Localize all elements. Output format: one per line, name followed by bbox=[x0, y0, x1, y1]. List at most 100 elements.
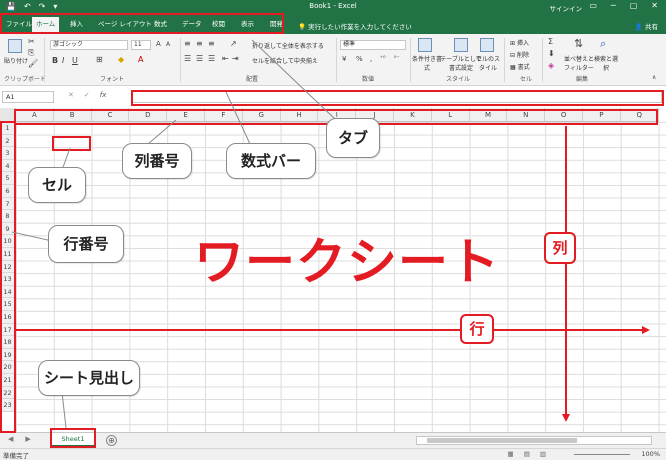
page-layout-view-icon[interactable]: ▤ bbox=[524, 450, 530, 458]
collapse-ribbon-icon[interactable]: ∧ bbox=[652, 74, 656, 81]
clipboard-group-label: クリップボード bbox=[4, 76, 47, 83]
callout-row-number: 行番号 bbox=[48, 225, 124, 263]
callout-cell: セル bbox=[28, 167, 86, 203]
shrink-font-icon[interactable]: A bbox=[166, 41, 170, 48]
share-button[interactable]: 👤 共有 bbox=[635, 21, 658, 31]
accounting-format-icon[interactable]: ¥ bbox=[342, 55, 346, 63]
number-group-label: 数値 bbox=[362, 76, 375, 83]
share-label: 共有 bbox=[645, 23, 658, 31]
enter-icon[interactable]: ✓ bbox=[84, 91, 90, 99]
callout-column-number: 列番号 bbox=[122, 143, 192, 179]
sheet-tab-bar: ◀ ▶ Sheet1 ⊕ bbox=[0, 432, 666, 448]
fill-color-icon[interactable]: ◆ bbox=[118, 55, 124, 64]
title-bar: 💾 ↶ ↷ ▾ Book1 - Excel サインイン ▭ ─ ▢ ✕ bbox=[0, 0, 666, 14]
styles-group-label: スタイル bbox=[446, 76, 471, 83]
insert-function-icon[interactable]: fx bbox=[100, 91, 107, 99]
conditional-format-icon[interactable] bbox=[418, 38, 432, 52]
autosum-icon[interactable]: Σ bbox=[548, 37, 553, 46]
increase-indent-icon[interactable]: ⇥ bbox=[232, 54, 239, 63]
alignment-group-label: 配置 bbox=[246, 76, 259, 83]
cells-group-label: セル bbox=[520, 76, 533, 83]
decrease-decimal-icon[interactable]: ⁰⁻ bbox=[394, 55, 400, 62]
cut-icon[interactable]: ✂ bbox=[28, 37, 35, 46]
decrease-indent-icon[interactable]: ⇤ bbox=[222, 54, 229, 63]
row-header-highlight-box bbox=[0, 121, 16, 433]
grow-font-icon[interactable]: A bbox=[156, 40, 161, 48]
number-format-dropdown[interactable]: 標準 bbox=[340, 40, 406, 50]
underline-icon[interactable]: U bbox=[72, 56, 78, 65]
tell-me-box[interactable]: 💡 実行したい作業を入力してください bbox=[298, 21, 412, 31]
cell-highlight-box bbox=[52, 136, 91, 151]
align-right-icon[interactable]: ☰ bbox=[208, 54, 215, 63]
cell-styles-icon[interactable] bbox=[480, 38, 494, 52]
align-center-icon[interactable]: ☰ bbox=[196, 54, 203, 63]
sheet-tab-highlight-box bbox=[50, 428, 96, 448]
align-bottom-icon[interactable]: ≡ bbox=[208, 39, 215, 48]
window-controls: ▭ ─ ▢ ✕ bbox=[589, 1, 658, 10]
paste-icon[interactable] bbox=[8, 39, 22, 53]
sort-filter-button[interactable]: 並べ替えとフィルター bbox=[562, 54, 596, 72]
ribbon-display-icon[interactable]: ▭ bbox=[589, 1, 597, 10]
ribbon: 貼り付け ✂ ⎘ 🖌 クリップボード 游ゴシック 11 A A B I U ⊞ … bbox=[0, 34, 666, 86]
next-sheet-icon[interactable]: ▶ bbox=[25, 435, 30, 443]
italic-icon[interactable]: I bbox=[62, 56, 64, 65]
format-as-table-icon[interactable] bbox=[454, 38, 468, 52]
callout-tab: タブ bbox=[326, 118, 380, 158]
format-cells-label: 書式 bbox=[517, 64, 530, 71]
tell-me-text: 実行したい作業を入力してください bbox=[308, 23, 412, 31]
orientation-icon[interactable]: ↗ bbox=[230, 39, 237, 48]
status-text: 準備完了 bbox=[3, 452, 29, 460]
ribbon-separator bbox=[542, 38, 543, 82]
format-painter-icon[interactable]: 🖌 bbox=[28, 59, 38, 68]
add-sheet-icon[interactable]: ⊕ bbox=[106, 435, 117, 446]
wrap-text-button[interactable]: 折り返して全体を表示する bbox=[252, 41, 324, 50]
delete-cells-button[interactable]: ⊟ 削除 bbox=[510, 50, 529, 59]
font-group-label: フォント bbox=[100, 76, 125, 83]
align-middle-icon[interactable]: ≡ bbox=[196, 39, 203, 48]
font-name-dropdown[interactable]: 游ゴシック bbox=[50, 40, 128, 50]
signin-link[interactable]: サインイン bbox=[550, 3, 583, 13]
editing-group-label: 編集 bbox=[576, 76, 589, 83]
worksheet-title: ワークシート bbox=[194, 233, 500, 291]
format-cells-button[interactable]: ▦ 書式 bbox=[510, 62, 530, 71]
delete-cells-label: 削除 bbox=[516, 52, 529, 59]
normal-view-icon[interactable]: ▦ bbox=[508, 450, 514, 458]
label-column: 列 bbox=[544, 232, 576, 264]
formula-buttons: ✕ ✓ fx bbox=[68, 91, 106, 99]
callout-formula-bar: 数式バー bbox=[226, 143, 316, 179]
increase-decimal-icon[interactable]: ⁺⁰ bbox=[380, 55, 386, 62]
copy-icon[interactable]: ⎘ bbox=[28, 48, 34, 58]
cancel-icon[interactable]: ✕ bbox=[68, 91, 74, 99]
insert-cells-label: 挿入 bbox=[516, 40, 529, 47]
fill-icon[interactable]: ⬇ bbox=[548, 49, 555, 58]
clear-icon[interactable]: ◈ bbox=[548, 61, 554, 70]
horizontal-scrollbar[interactable] bbox=[416, 436, 652, 445]
cell-styles-button[interactable]: セルのスタイル bbox=[476, 54, 500, 72]
sort-filter-icon[interactable]: ⇅ bbox=[574, 37, 583, 50]
sheet-nav: ◀ ▶ bbox=[8, 435, 31, 443]
close-icon[interactable]: ✕ bbox=[651, 1, 658, 10]
name-box[interactable]: A1 bbox=[2, 91, 54, 103]
borders-icon[interactable]: ⊞ bbox=[96, 55, 103, 64]
align-top-icon[interactable]: ≡ bbox=[184, 39, 191, 48]
zoom-slider[interactable] bbox=[574, 454, 630, 455]
maximize-icon[interactable]: ▢ bbox=[630, 1, 638, 10]
align-left-icon[interactable]: ☰ bbox=[184, 54, 191, 63]
find-select-button[interactable]: 検索と選択 bbox=[594, 54, 618, 72]
ribbon-separator bbox=[504, 38, 505, 82]
ribbon-separator bbox=[336, 38, 337, 82]
formula-bar-highlight-box bbox=[131, 90, 664, 106]
insert-cells-button[interactable]: ⊞ 挿入 bbox=[510, 38, 529, 47]
percent-style-icon[interactable]: % bbox=[356, 55, 363, 63]
font-size-dropdown[interactable]: 11 bbox=[131, 40, 151, 50]
minimize-icon[interactable]: ─ bbox=[611, 1, 616, 10]
page-break-view-icon[interactable]: ▥ bbox=[540, 450, 546, 458]
bold-icon[interactable]: B bbox=[52, 56, 58, 65]
scroll-thumb[interactable] bbox=[427, 438, 577, 443]
prev-sheet-icon[interactable]: ◀ bbox=[8, 435, 13, 443]
tab-highlight-box bbox=[0, 13, 284, 34]
find-select-icon[interactable]: ⌕ bbox=[600, 37, 606, 51]
merge-center-button[interactable]: セルを結合して中央揃え bbox=[252, 56, 318, 65]
comma-style-icon[interactable]: , bbox=[370, 55, 372, 63]
font-color-icon[interactable]: A bbox=[138, 55, 143, 64]
